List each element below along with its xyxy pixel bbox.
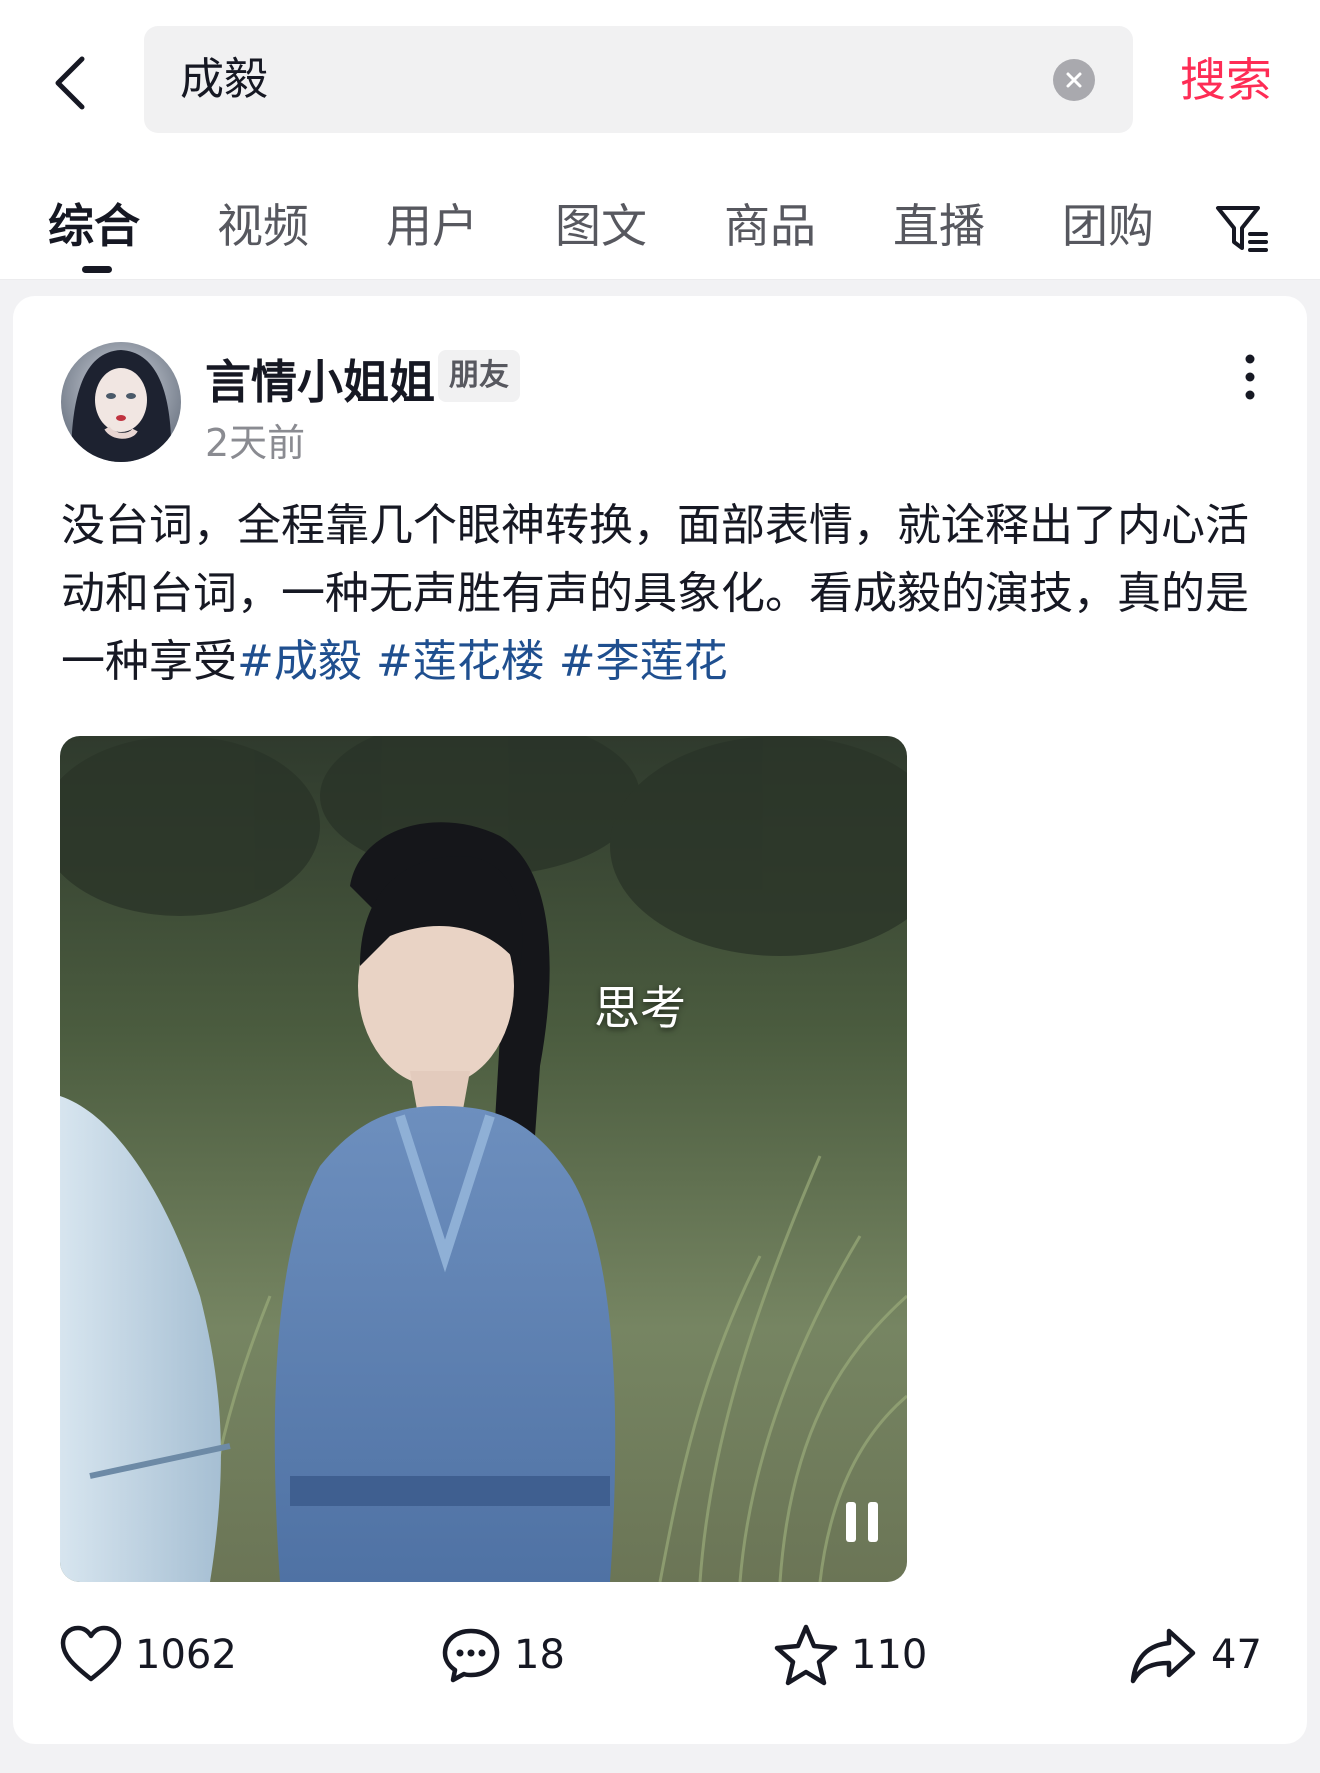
share-icon	[1130, 1628, 1196, 1684]
close-icon	[1066, 72, 1082, 88]
friend-badge: 朋友	[438, 350, 520, 402]
star-icon	[774, 1624, 838, 1686]
pause-icon	[846, 1502, 878, 1542]
search-query-text: 成毅	[180, 54, 268, 105]
clear-search-button[interactable]	[1053, 59, 1095, 101]
post-description: 没台词，全程靠几个眼神转换，面部表情，就诠释出了内心活动和台词，一种无声胜有声的…	[61, 492, 1271, 696]
back-button[interactable]	[44, 48, 96, 118]
share-count: 47	[1211, 1632, 1262, 1678]
avatar[interactable]	[61, 342, 181, 462]
like-count: 1062	[135, 1632, 237, 1678]
filter-button[interactable]	[1214, 198, 1270, 258]
pause-button[interactable]	[840, 1496, 884, 1548]
comment-button[interactable]: 18	[440, 1620, 565, 1690]
search-tabs: 综合 视频 用户 图文 商品 直播 团购	[0, 160, 1320, 280]
hashtag-chengyi[interactable]: #成毅	[237, 636, 362, 687]
comment-count: 18	[514, 1632, 565, 1678]
search-input[interactable]: 成毅	[144, 26, 1133, 133]
share-button[interactable]: 47	[1129, 1620, 1262, 1690]
more-options-button[interactable]	[1235, 352, 1265, 402]
hashtag-lilianhua[interactable]: #李莲花	[559, 636, 728, 687]
video-caption: 思考	[594, 981, 686, 1035]
like-button[interactable]: 1062	[59, 1620, 237, 1690]
top-bar: 成毅 搜索	[0, 0, 1320, 160]
tab-image-text[interactable]: 图文	[555, 196, 647, 256]
tab-live[interactable]: 直播	[893, 196, 985, 256]
tab-comprehensive[interactable]: 综合	[48, 196, 140, 256]
author-name[interactable]: 言情小姐姐	[205, 346, 435, 412]
filter-icon	[1216, 206, 1268, 252]
heart-icon	[60, 1625, 122, 1682]
active-tab-indicator	[82, 266, 112, 273]
tab-group-buy[interactable]: 团购	[1062, 196, 1154, 256]
tab-users[interactable]: 用户	[386, 196, 478, 256]
more-vertical-icon	[1245, 354, 1255, 400]
video-player[interactable]: 思考	[60, 736, 907, 1582]
tab-products[interactable]: 商品	[724, 196, 816, 256]
favorite-count: 110	[851, 1632, 928, 1678]
post-time: 2天前	[205, 421, 306, 465]
comment-icon	[442, 1628, 500, 1683]
hashtag-lianhualou[interactable]: #莲花楼	[376, 636, 545, 687]
tab-video[interactable]: 视频	[217, 196, 309, 256]
search-button[interactable]: 搜索	[1180, 40, 1272, 120]
favorite-button[interactable]: 110	[773, 1620, 927, 1690]
chevron-left-icon	[55, 56, 85, 110]
post-card[interactable]: 言情小姐姐 朋友 2天前 没台词，全程靠几个眼神转换，面部表情，就诠释出了内心活…	[13, 296, 1307, 1744]
